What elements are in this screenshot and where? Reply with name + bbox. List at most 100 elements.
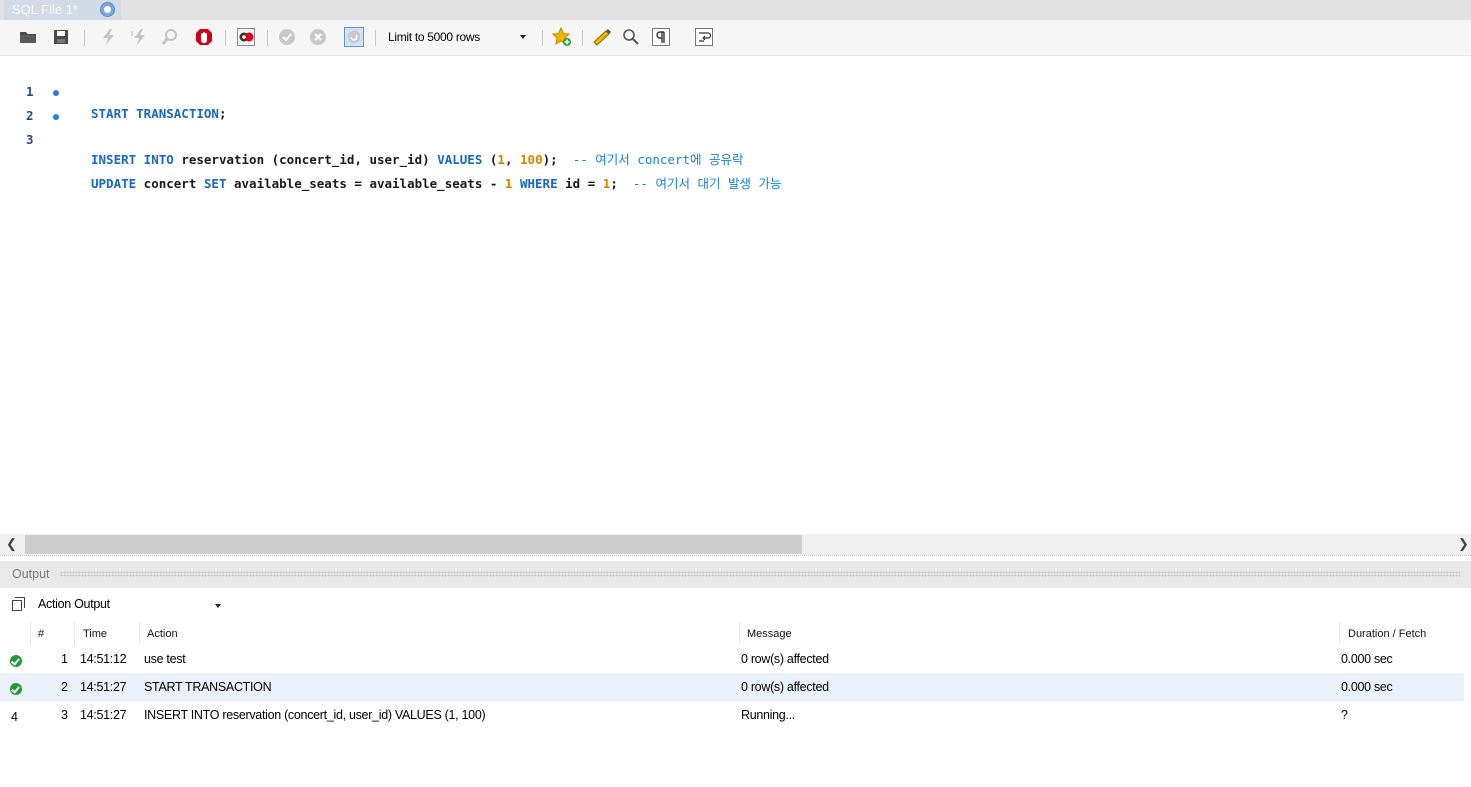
toolbar-separator: [582, 30, 583, 46]
column-header-time[interactable]: Time: [83, 628, 107, 640]
drag-handle[interactable]: [60, 571, 1460, 577]
scrollbar-thumb[interactable]: [25, 535, 802, 554]
toolbar-separator: [84, 30, 85, 46]
sql-comment: -- 여기서 대기 발생 가능: [632, 176, 782, 191]
output-toolbar: Action Output: [0, 588, 1471, 620]
table-row[interactable]: 2 14:51:27 START TRANSACTION 0 row(s) af…: [0, 673, 1464, 701]
row-message: 0 row(s) affected: [741, 652, 829, 666]
sql-text: concert: [136, 176, 204, 191]
open-folder-icon[interactable]: [18, 27, 38, 47]
sql-keyword: SET: [203, 176, 227, 191]
tab-title: SQL File 1*: [12, 2, 78, 17]
sql-number: 100: [520, 152, 543, 167]
invisibles-icon[interactable]: [651, 27, 671, 47]
sql-text: (: [482, 152, 498, 167]
code-line[interactable]: 2 INSERT INTO reservation (concert_id, u…: [0, 83, 1460, 167]
beautify-icon[interactable]: [592, 27, 612, 47]
execute-current-icon[interactable]: I: [129, 27, 149, 47]
sql-text: id =: [557, 176, 603, 191]
code-line[interactable]: 1 START TRANSACTION;: [0, 59, 1460, 121]
sql-editor[interactable]: 1 START TRANSACTION; 2 INSERT INTO reser…: [0, 56, 1471, 534]
sql-text: ,: [504, 152, 521, 167]
sql-comment: -- 여기서 concert에 공유락: [572, 152, 744, 167]
save-icon[interactable]: [51, 27, 71, 47]
tab-sql-file[interactable]: SQL File 1*: [4, 0, 121, 20]
success-check-icon: [10, 655, 22, 667]
table-row[interactable]: 1 14:51:12 use test 0 row(s) affected 0.…: [0, 645, 1464, 673]
sql-text: reservation (concert_id, user_id): [173, 152, 438, 167]
commit-icon[interactable]: [277, 27, 297, 47]
success-check-icon: [10, 683, 22, 695]
toolbar-separator: [225, 30, 226, 46]
sql-editor-toolbar: I Limit to 5000 rows: [0, 20, 1471, 56]
sql-text: ;: [610, 176, 633, 191]
tab-bar: SQL File 1*: [0, 0, 1471, 20]
row-message: Running...: [741, 708, 795, 722]
column-divider[interactable]: [1339, 622, 1340, 645]
table-row[interactable]: 4 3 14:51:27 INSERT INTO reservation (co…: [0, 701, 1464, 729]
code-text: UPDATE concert SET available_seats = ava…: [91, 173, 782, 195]
find-icon[interactable]: [621, 27, 641, 47]
sql-keyword: UPDATE: [91, 176, 137, 191]
add-snippet-icon[interactable]: [552, 27, 572, 47]
close-tab-icon[interactable]: [100, 2, 115, 17]
scroll-right-icon[interactable]: ❯: [1458, 536, 1469, 552]
autocommit-icon[interactable]: [344, 27, 364, 47]
toolbar-separator: [267, 30, 268, 46]
row-number: 1: [61, 652, 68, 666]
row-duration: 0.000 sec: [1341, 652, 1393, 666]
limit-rows-label: Limit to 5000 rows: [388, 30, 480, 44]
column-divider[interactable]: [30, 622, 31, 645]
row-time: 14:51:12: [80, 652, 127, 666]
column-header-num[interactable]: #: [38, 628, 44, 640]
execute-icon[interactable]: [98, 27, 118, 47]
sql-keyword: INSERT INTO: [91, 152, 174, 167]
editor-horizontal-scrollbar[interactable]: ❮ ❯: [0, 534, 1471, 555]
row-duration: 0.000 sec: [1341, 680, 1393, 694]
row-time: 14:51:27: [80, 680, 127, 694]
statement-marker-icon: [53, 90, 59, 96]
scroll-left-icon[interactable]: ❮: [6, 536, 17, 552]
rollback-icon[interactable]: [308, 27, 328, 47]
output-type-select[interactable]: Action Output: [38, 597, 228, 615]
wrap-icon[interactable]: [694, 27, 714, 47]
copy-icon[interactable]: [12, 597, 25, 611]
column-header-duration[interactable]: Duration / Fetch: [1348, 628, 1426, 640]
toggle-error-icon[interactable]: [236, 27, 256, 47]
sql-keyword: WHERE: [519, 176, 558, 191]
running-status-icon: 4: [11, 710, 18, 724]
code-line[interactable]: 3 UPDATE concert SET available_seats = a…: [0, 107, 1460, 191]
column-header-action[interactable]: Action: [147, 628, 178, 640]
row-time: 14:51:27: [80, 708, 127, 722]
toolbar-separator: [375, 30, 376, 46]
svg-text:I: I: [131, 30, 133, 38]
line-number: 3: [26, 132, 34, 147]
sql-text: );: [542, 152, 573, 167]
explain-icon[interactable]: [160, 27, 180, 47]
row-message: 0 row(s) affected: [741, 680, 829, 694]
limit-rows-select[interactable]: Limit to 5000 rows: [383, 27, 538, 47]
toolbar-separator: [542, 30, 543, 46]
sql-keyword: VALUES: [437, 152, 483, 167]
output-type-label: Action Output: [38, 597, 110, 611]
code-text: INSERT INTO reservation (concert_id, use…: [91, 149, 744, 171]
row-duration: ?: [1341, 708, 1348, 722]
row-number: 2: [61, 680, 68, 694]
row-number: 3: [61, 708, 68, 722]
column-divider[interactable]: [739, 622, 740, 645]
row-action: START TRANSACTION: [144, 680, 272, 694]
row-action: use test: [144, 652, 186, 666]
output-panel-header: Output: [0, 561, 1471, 588]
column-divider[interactable]: [139, 622, 140, 645]
chevron-down-icon: [215, 604, 221, 608]
chevron-down-icon: [520, 35, 526, 39]
table-header: # Time Action Message Duration / Fetch: [0, 622, 1464, 645]
sql-text: available_seats = available_seats -: [226, 176, 505, 191]
column-divider[interactable]: [74, 622, 75, 645]
sql-number: 1: [497, 152, 505, 167]
column-header-message[interactable]: Message: [747, 628, 792, 640]
row-action: INSERT INTO reservation (concert_id, use…: [144, 708, 486, 722]
output-title: Output: [12, 567, 50, 581]
stop-icon[interactable]: [194, 27, 214, 47]
